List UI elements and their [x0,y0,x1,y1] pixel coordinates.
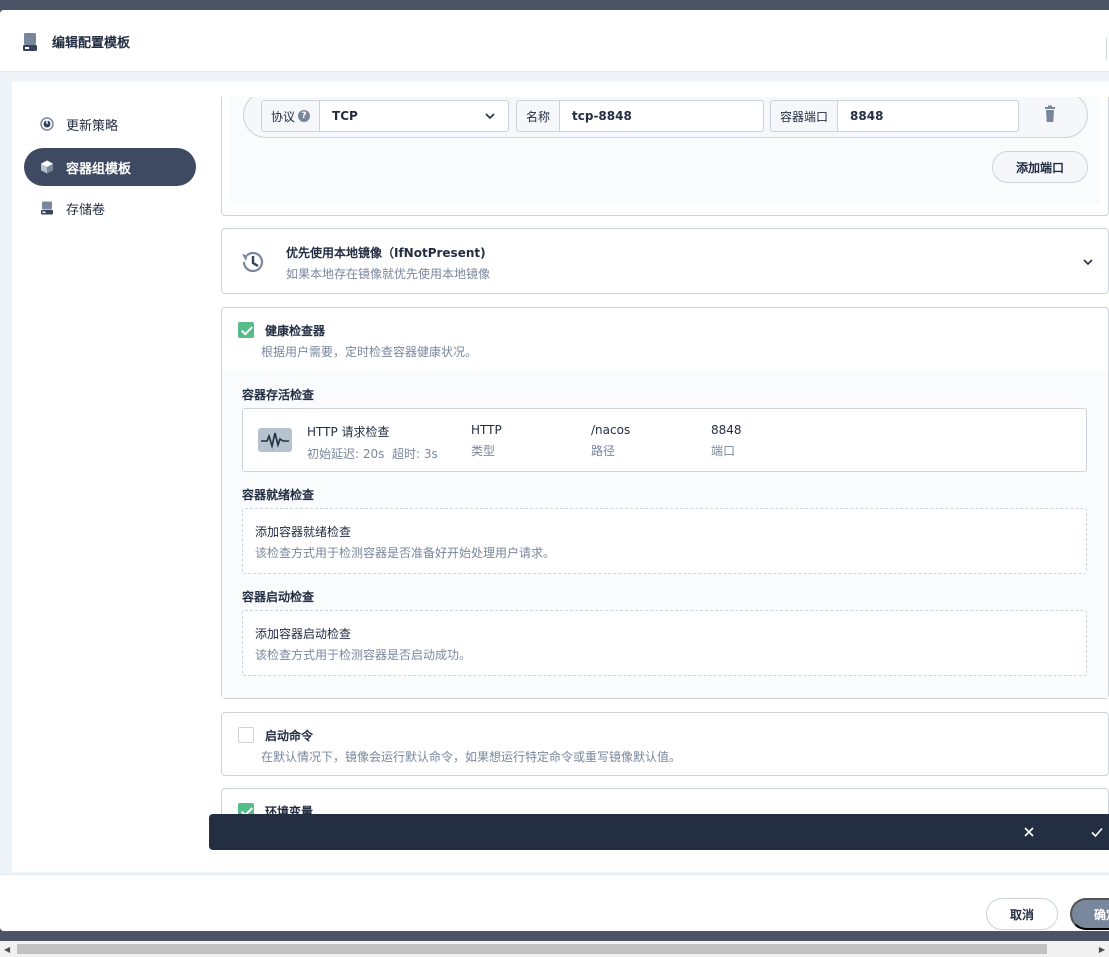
storage-icon [23,33,37,51]
pod-icon [41,160,53,174]
probe-path-key: 路径 [591,444,616,458]
sidebar-item-volumes[interactable]: 存储卷 [24,189,196,227]
port-name-label: 名称 [517,101,561,131]
ok-button[interactable]: 确定 [1070,898,1109,930]
startup-add-title: 添加容器启动检查 [255,627,352,641]
sidebar-item-update-strategy[interactable]: 更新策略 [24,105,196,143]
page-top-strip [0,0,1109,10]
protocol-value: TCP [332,109,358,123]
add-port-button[interactable]: 添加端口 [992,151,1088,183]
trash-icon[interactable] [1042,105,1058,125]
history-icon [242,251,264,273]
probe-port-key: 端口 [711,444,736,458]
probe-path-value: /nacos [591,423,631,437]
probe-title: HTTP 请求检查 [307,425,390,439]
edit-template-modal: 编辑配置模板 更新策略 容器组模板 存储卷 协议 ? TCP 名称 tcp-88… [0,10,1109,931]
pull-policy-title: 优先使用本地镜像（IfNotPresent) [286,246,486,260]
add-readiness-probe[interactable]: 添加容器就绪检查 该检查方式用于检测容器是否准备好开始处理用户请求。 [242,508,1087,574]
startup-probe-label: 容器启动检查 [242,590,315,604]
liveness-label: 容器存活检查 [242,388,315,402]
side-nav: 更新策略 容器组模板 存储卷 [12,82,208,872]
sidebar-item-label: 存储卷 [66,202,106,218]
container-port-field[interactable]: 容器端口 8848 [770,100,1019,132]
close-icon[interactable] [1021,824,1037,840]
add-startup-probe[interactable]: 添加容器启动检查 该检查方式用于检测容器是否启动成功。 [242,610,1087,676]
health-check-checkbox[interactable] [238,322,254,338]
probe-subtitle: 初始延迟: 20s 超时: 3s [307,447,438,461]
scroll-right-icon[interactable]: ▶ [1099,945,1105,954]
readiness-add-desc: 该检查方式用于检测容器是否准备好开始处理用户请求。 [255,546,556,560]
startup-command-desc: 在默认情况下，镜像会运行默认命令，如果想运行特定命令或重写镜像默认值。 [261,750,682,764]
cancel-button[interactable]: 取消 [986,898,1058,930]
health-check-desc: 根据用户需要，定时检查容器健康状况。 [261,345,478,359]
modal-footer: 取消 确定 [0,874,1109,931]
env-vars-card: 环境变量 [221,788,1109,815]
startup-command-title: 启动命令 [265,729,314,743]
port-name-value: tcp-8848 [572,109,632,123]
liveness-probe[interactable]: HTTP 请求检查 初始延迟: 20s 超时: 3s HTTP 类型 /naco… [242,408,1087,472]
horizontal-scrollbar[interactable]: ◀ ▶ [0,941,1109,957]
pulse-icon [258,428,292,452]
container-port-value: 8848 [850,109,884,123]
sidebar-item-label: 更新策略 [66,118,119,134]
container-port-label: 容器端口 [771,101,839,131]
sidebar-item-label: 容器组模板 [66,161,132,177]
health-check-title: 健康检查器 [265,324,326,338]
readiness-add-title: 添加容器就绪检查 [255,525,352,539]
sidebar-item-pod-template[interactable]: 容器组模板 [24,148,196,186]
scroll-left-icon[interactable]: ◀ [4,945,10,954]
port-name-field[interactable]: 名称 tcp-8848 [516,100,764,132]
modal-header: 编辑配置模板 [0,10,1109,72]
health-check-card: 健康检查器 根据用户需要，定时检查容器健康状况。 容器存活检查 HTTP 请求检… [221,307,1109,699]
readiness-label: 容器就绪检查 [242,488,315,502]
modal-title: 编辑配置模板 [52,36,131,51]
startup-command-card: 启动命令 在默认情况下，镜像会运行默认命令，如果想运行特定命令或重写镜像默认值。 [221,712,1109,776]
protocol-label: 协议 ? [262,101,321,131]
startup-command-checkbox[interactable] [238,727,254,743]
form-content[interactable]: 协议 ? TCP 名称 tcp-8848 容器端口 8848 添加端口 优先使用… [209,97,1109,815]
protocol-select[interactable]: 协议 ? TCP [261,100,509,132]
storage-icon [41,201,53,215]
help-icon[interactable]: ? [298,110,311,122]
probe-port-value: 8848 [711,423,742,437]
chevron-down-icon [485,113,495,120]
health-check-inner: 容器存活检查 HTTP 请求检查 初始延迟: 20s 超时: 3s HTTP 类… [222,371,1108,698]
edit-toolbar [209,814,1109,850]
scrollbar-thumb[interactable] [17,944,1047,954]
dashboard-icon [40,117,54,131]
ports-card: 协议 ? TCP 名称 tcp-8848 容器端口 8848 添加端口 [221,97,1109,216]
probe-type-key: 类型 [471,444,496,458]
pull-policy-desc: 如果本地存在镜像就优先使用本地镜像 [286,267,491,281]
pull-policy-card[interactable]: 优先使用本地镜像（IfNotPresent) 如果本地存在镜像就优先使用本地镜像 [221,228,1109,294]
chevron-down-icon[interactable] [1082,256,1094,268]
probe-type-value: HTTP [471,423,502,437]
port-row: 协议 ? TCP 名称 tcp-8848 容器端口 8848 [243,97,1088,138]
startup-add-desc: 该检查方式用于检测容器是否启动成功。 [255,648,472,662]
check-icon[interactable] [1089,824,1105,840]
